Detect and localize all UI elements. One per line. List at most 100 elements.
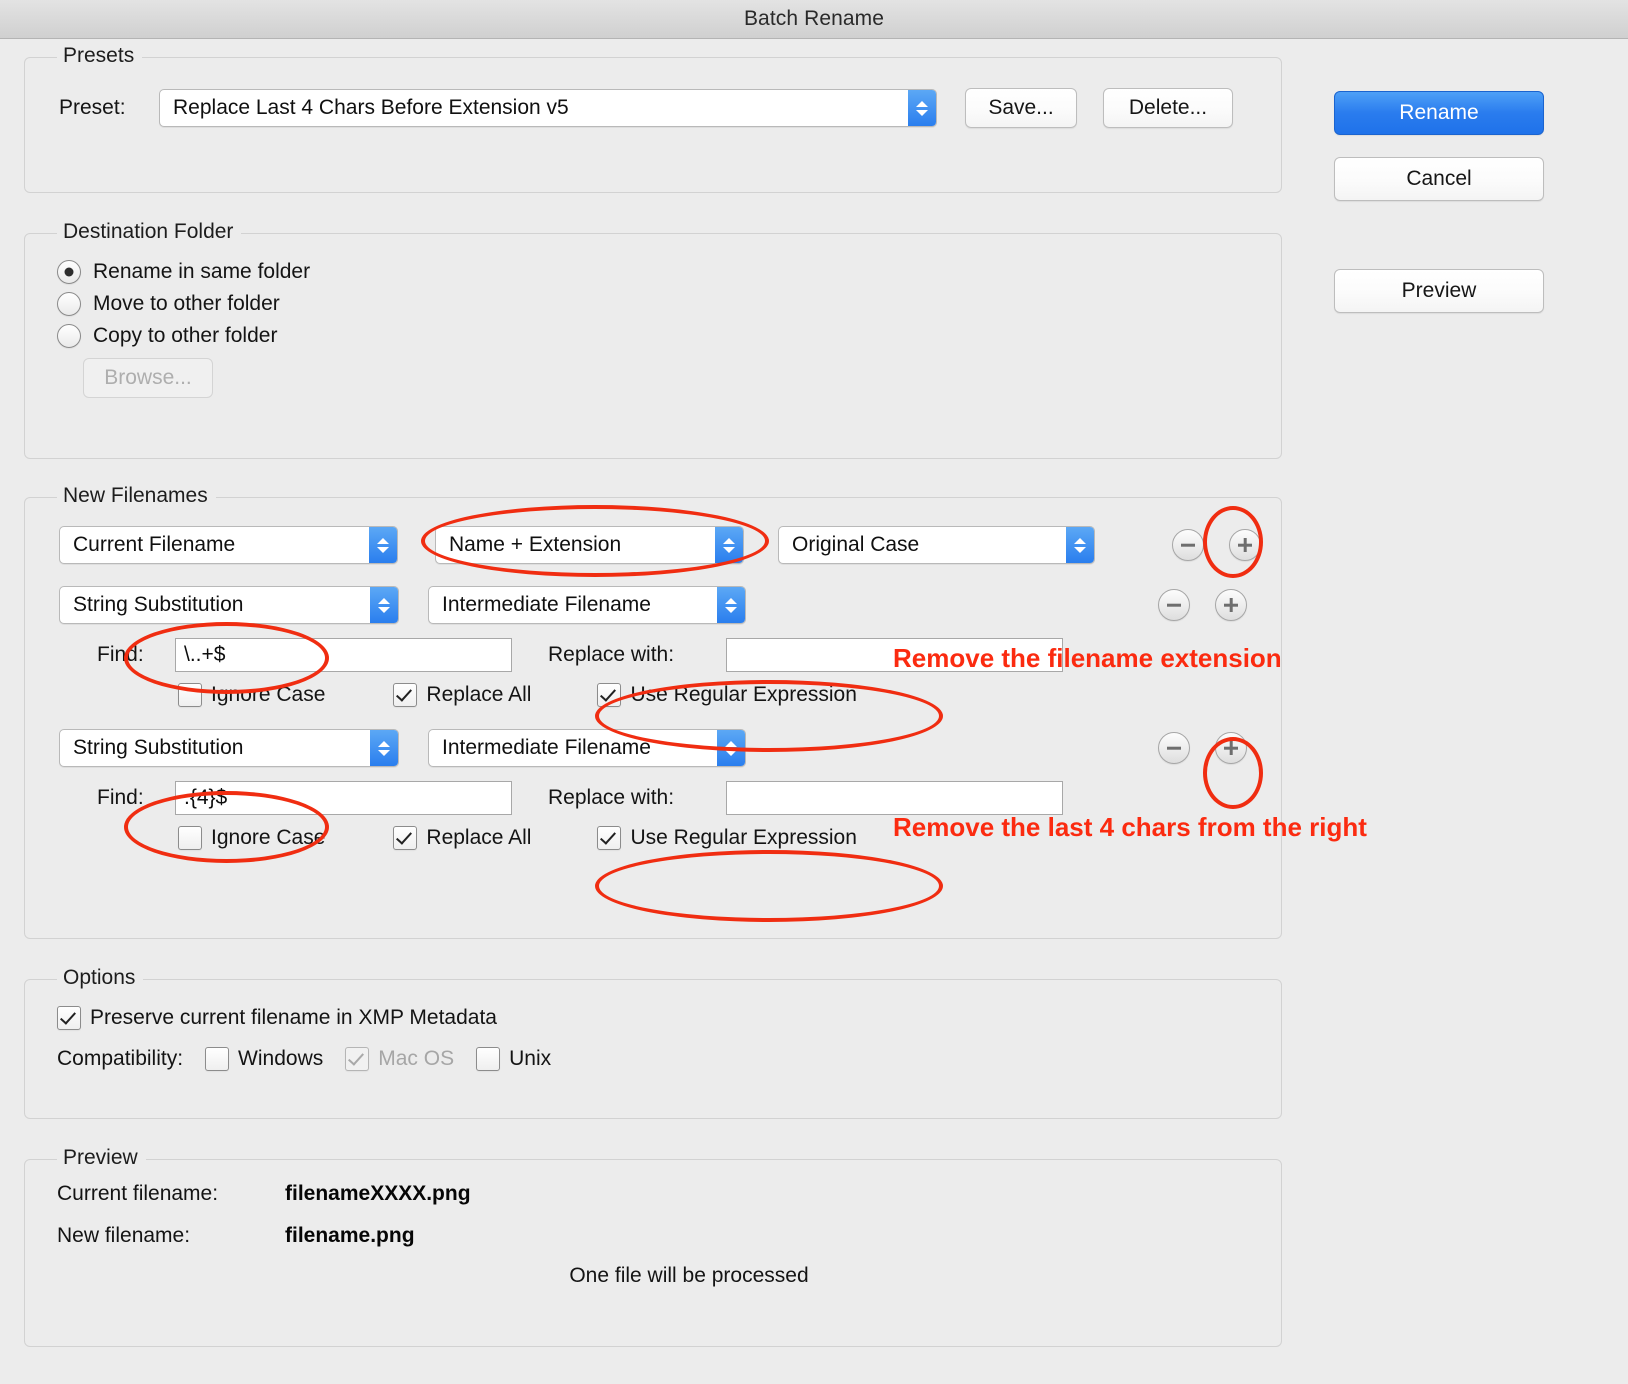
radio-move-other-folder[interactable]: Move to other folder	[57, 292, 1261, 316]
rule1-part-select[interactable]: Name + Extension	[434, 526, 744, 564]
rule1-case-value: Original Case	[792, 533, 920, 556]
rule2-checkbox-row: Ignore Case Replace All Use Regular Expr…	[178, 683, 1261, 707]
chevron-updown-icon[interactable]	[370, 730, 398, 766]
rule3-use-regex-checkbox[interactable]: Use Regular Expression	[597, 826, 857, 850]
checkbox-icon[interactable]	[57, 1006, 81, 1030]
rename-button[interactable]: Rename	[1334, 91, 1544, 135]
window-title: Batch Rename	[743, 7, 885, 30]
filename-rule-row-3: String Substitution Intermediate Filenam…	[59, 729, 1261, 767]
rule1-case-select[interactable]: Original Case	[778, 526, 1096, 564]
compat-unix-label: Unix	[509, 1047, 552, 1070]
destination-folder-group: Destination Folder Rename in same folder…	[24, 220, 1282, 459]
preview-button[interactable]: Preview	[1334, 269, 1544, 313]
add-rule-button[interactable]	[1229, 529, 1262, 561]
checkbox-icon[interactable]	[178, 826, 202, 850]
radio-copy-other-folder[interactable]: Copy to other folder	[57, 324, 1261, 348]
browse-button[interactable]: Browse...	[83, 358, 213, 398]
filename-rule-row-1: Current Filename Name + Extension Origin…	[59, 526, 1262, 564]
compat-unix-checkbox[interactable]: Unix	[476, 1047, 551, 1071]
remove-rule-button[interactable]	[1158, 732, 1190, 764]
checkbox-icon[interactable]	[393, 826, 418, 850]
preset-label: Preset:	[59, 96, 126, 119]
rule3-find-input[interactable]: .{4}$	[175, 781, 512, 815]
chevron-updown-icon[interactable]	[1066, 527, 1095, 563]
rule3-find-label: Find:	[97, 786, 144, 809]
radio-icon[interactable]	[57, 324, 81, 348]
filename-rule-row-2: String Substitution Intermediate Filenam…	[59, 586, 1261, 624]
preset-select-value: Replace Last 4 Chars Before Extension v5	[173, 96, 569, 119]
rule2-action-select[interactable]: String Substitution	[59, 586, 399, 624]
checkbox-icon[interactable]	[205, 1047, 230, 1071]
options-group: Options Preserve current filename in XMP…	[24, 966, 1282, 1119]
batch-rename-dialog: Batch Rename Presets Preset: Replace Las…	[0, 0, 1628, 1384]
rule2-find-input[interactable]: \..+$	[175, 638, 512, 672]
presets-legend: Presets	[57, 44, 143, 68]
rule3-replace-input[interactable]	[726, 781, 1063, 815]
presets-group: Presets Preset: Replace Last 4 Chars Bef…	[24, 44, 1282, 193]
rule2-use-regex-label: Use Regular Expression	[630, 683, 857, 706]
checkbox-icon	[345, 1047, 370, 1071]
preview-new-value: filename.png	[285, 1224, 415, 1247]
preset-select[interactable]: Replace Last 4 Chars Before Extension v5	[159, 89, 937, 127]
checkbox-icon[interactable]	[597, 683, 622, 707]
checkbox-icon[interactable]	[393, 683, 418, 707]
destination-folder-legend: Destination Folder	[57, 220, 242, 244]
rule3-action-select[interactable]: String Substitution	[59, 729, 399, 767]
rule1-source-select[interactable]: Current Filename	[59, 526, 398, 564]
radio-label: Move to other folder	[93, 292, 280, 315]
add-rule-button[interactable]	[1215, 732, 1247, 764]
rule2-ignore-case-label: Ignore Case	[211, 683, 326, 706]
radio-label: Rename in same folder	[93, 260, 311, 283]
cancel-button[interactable]: Cancel	[1334, 157, 1544, 201]
rule2-target-select[interactable]: Intermediate Filename	[428, 586, 746, 624]
rule3-replace-all-checkbox[interactable]: Replace All	[393, 826, 531, 850]
radio-icon[interactable]	[57, 292, 81, 316]
checkbox-icon[interactable]	[476, 1047, 501, 1071]
remove-rule-button[interactable]	[1158, 589, 1190, 621]
preview-new-label: New filename:	[57, 1224, 191, 1247]
chevron-updown-icon[interactable]	[715, 527, 743, 563]
rule2-target-value: Intermediate Filename	[442, 593, 651, 616]
rule1-source-value: Current Filename	[73, 533, 236, 556]
compat-windows-checkbox[interactable]: Windows	[205, 1047, 323, 1071]
rule2-replace-label: Replace with:	[548, 643, 675, 666]
preserve-filename-checkbox[interactable]: Preserve current filename in XMP Metadat…	[57, 1006, 1261, 1030]
preview-legend: Preview	[57, 1146, 146, 1170]
preview-group: Preview Current filename: filenameXXXX.p…	[24, 1146, 1282, 1347]
checkbox-icon[interactable]	[178, 683, 202, 707]
rule2-replace-all-checkbox[interactable]: Replace All	[393, 683, 531, 707]
new-filenames-legend: New Filenames	[57, 484, 216, 508]
add-rule-button[interactable]	[1215, 589, 1247, 621]
chevron-updown-icon[interactable]	[717, 587, 745, 623]
rule2-ignore-case-checkbox[interactable]: Ignore Case	[178, 683, 325, 707]
compatibility-label: Compatibility:	[57, 1047, 184, 1070]
checkbox-icon[interactable]	[597, 826, 622, 850]
rule3-replace-all-label: Replace All	[426, 826, 532, 849]
compat-windows-label: Windows	[238, 1047, 324, 1070]
preview-current-label: Current filename:	[57, 1182, 219, 1205]
remove-rule-button[interactable]	[1172, 529, 1205, 561]
radio-rename-same-folder[interactable]: Rename in same folder	[57, 260, 1261, 284]
chevron-updown-icon[interactable]	[370, 587, 398, 623]
delete-preset-button[interactable]: Delete...	[1103, 88, 1233, 128]
chevron-updown-icon[interactable]	[717, 730, 745, 766]
chevron-updown-icon[interactable]	[908, 90, 936, 126]
rule3-ignore-case-checkbox[interactable]: Ignore Case	[178, 826, 325, 850]
new-filenames-group: New Filenames Current Filename Name + Ex…	[24, 484, 1282, 939]
window-titlebar: Batch Rename	[0, 0, 1628, 39]
save-preset-button[interactable]: Save...	[965, 88, 1077, 128]
preset-row: Preset: Replace Last 4 Chars Before Exte…	[59, 88, 1261, 128]
radio-icon[interactable]	[57, 260, 81, 284]
rule3-target-value: Intermediate Filename	[442, 736, 651, 759]
rule3-target-select[interactable]: Intermediate Filename	[428, 729, 746, 767]
rule2-replace-input[interactable]	[726, 638, 1063, 672]
rule3-use-regex-label: Use Regular Expression	[630, 826, 857, 849]
chevron-updown-icon[interactable]	[368, 527, 397, 563]
rule2-find-label: Find:	[97, 643, 144, 666]
preview-current-value: filenameXXXX.png	[285, 1182, 471, 1205]
rule2-use-regex-checkbox[interactable]: Use Regular Expression	[597, 683, 857, 707]
compat-macos-label: Mac OS	[378, 1047, 455, 1070]
rule3-action-value: String Substitution	[73, 736, 244, 759]
rule3-find-replace-row: Find: .{4}$ Replace with:	[97, 781, 1261, 815]
compat-macos-checkbox: Mac OS	[345, 1047, 454, 1071]
